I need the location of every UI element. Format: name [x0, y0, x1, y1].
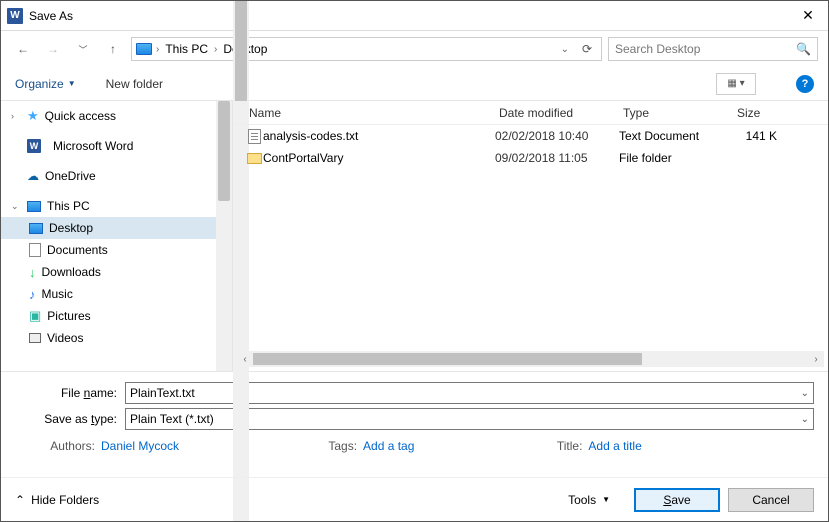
star-icon: ★: [27, 108, 39, 124]
authors-label: Authors:: [35, 439, 95, 453]
saveastype-label: Save as type:: [15, 412, 125, 426]
up-button[interactable]: ↑: [101, 37, 125, 61]
file-list: Name Date modified Type Size analysis-co…: [233, 101, 828, 371]
window-title: Save As: [29, 9, 73, 23]
tree-thispc[interactable]: ⌄This PC: [1, 195, 232, 217]
refresh-button[interactable]: ⟳: [577, 42, 597, 56]
save-form: File name: PlainText.txt ⌄ Save as type:…: [1, 371, 828, 460]
title-value[interactable]: Add a title: [588, 439, 641, 453]
tree-onedrive[interactable]: ☁OneDrive: [1, 165, 232, 187]
hide-folders-toggle[interactable]: ⌃ Hide Folders: [15, 493, 99, 507]
new-folder-button[interactable]: New folder: [106, 77, 163, 91]
main-area: ›★Quick access WMicrosoft Word ☁OneDrive…: [1, 101, 828, 371]
tree-downloads[interactable]: ↓Downloads: [1, 261, 232, 283]
word-icon: W: [7, 8, 23, 24]
cancel-button[interactable]: Cancel: [728, 488, 814, 512]
column-headers: Name Date modified Type Size: [233, 101, 828, 125]
recent-dropdown[interactable]: ﹀: [71, 37, 95, 61]
filename-input[interactable]: PlainText.txt ⌄: [125, 382, 814, 404]
organize-menu[interactable]: Organize▼: [15, 77, 76, 91]
tree-scrollbar[interactable]: [216, 101, 232, 371]
col-size[interactable]: Size: [733, 106, 783, 120]
chevron-icon: ›: [214, 44, 217, 55]
close-button[interactable]: ✕: [788, 1, 828, 31]
text-file-icon: [248, 129, 261, 144]
music-icon: ♪: [29, 287, 36, 302]
documents-icon: [29, 243, 41, 257]
toolbar: Organize▼ New folder ▦ ▾ ?: [1, 67, 828, 101]
footer: ⌃ Hide Folders Tools▼ Save Cancel: [1, 477, 828, 521]
save-button[interactable]: Save: [634, 488, 720, 512]
file-row[interactable]: ContPortalVary 09/02/2018 11:05 File fol…: [233, 147, 828, 169]
forward-button[interactable]: →: [41, 37, 65, 61]
downloads-icon: ↓: [29, 265, 36, 280]
tree-music[interactable]: ♪Music: [1, 283, 232, 305]
tree-desktop[interactable]: Desktop: [1, 217, 232, 239]
chevron-up-icon: ⌃: [15, 493, 25, 507]
col-name[interactable]: Name: [245, 106, 495, 120]
file-row[interactable]: analysis-codes.txt 02/02/2018 10:40 Text…: [233, 125, 828, 147]
search-icon: 🔍: [796, 42, 811, 56]
horizontal-scrollbar[interactable]: ‹›: [237, 351, 824, 367]
folder-icon: [247, 153, 262, 164]
pc-icon: [136, 43, 152, 55]
tools-menu[interactable]: Tools▼: [568, 493, 610, 507]
nav-tree: ›★Quick access WMicrosoft Word ☁OneDrive…: [1, 101, 233, 371]
saveastype-combo[interactable]: Plain Text (*.txt) ⌄: [125, 408, 814, 430]
chevron-down-icon[interactable]: ⌄: [801, 414, 809, 425]
tree-pictures[interactable]: ▣Pictures: [1, 305, 232, 327]
back-button[interactable]: ←: [11, 37, 35, 61]
help-button[interactable]: ?: [796, 75, 814, 93]
tree-word[interactable]: WMicrosoft Word: [1, 135, 232, 157]
view-options[interactable]: ▦ ▾: [716, 73, 756, 95]
address-bar[interactable]: › This PC › Desktop ⌄ ⟳: [131, 37, 602, 61]
onedrive-icon: ☁: [27, 169, 39, 183]
pc-icon: [27, 201, 41, 212]
filename-label: File name:: [15, 386, 125, 400]
videos-icon: [29, 333, 41, 343]
search-input[interactable]: Search Desktop 🔍: [608, 37, 818, 61]
chevron-down-icon[interactable]: ⌄: [801, 388, 809, 399]
pictures-icon: ▣: [29, 308, 41, 324]
address-dropdown[interactable]: ⌄: [557, 44, 573, 55]
tags-value[interactable]: Add a tag: [363, 439, 414, 453]
tags-label: Tags:: [321, 439, 357, 453]
chevron-icon: ›: [156, 44, 159, 55]
col-type[interactable]: Type: [619, 106, 733, 120]
tree-videos[interactable]: Videos: [1, 327, 232, 349]
tree-documents[interactable]: Documents: [1, 239, 232, 261]
title-label: Title:: [546, 439, 582, 453]
authors-value[interactable]: Daniel Mycock: [101, 439, 179, 453]
breadcrumb-thispc[interactable]: This PC: [163, 42, 210, 56]
titlebar: W Save As ✕: [1, 1, 828, 31]
tree-quick-access[interactable]: ›★Quick access: [1, 105, 232, 127]
desktop-icon: [29, 223, 43, 234]
nav-row: ← → ﹀ ↑ › This PC › Desktop ⌄ ⟳ Search D…: [1, 31, 828, 67]
search-placeholder: Search Desktop: [615, 42, 700, 56]
col-date[interactable]: Date modified: [495, 106, 619, 120]
word-icon: W: [27, 139, 41, 153]
